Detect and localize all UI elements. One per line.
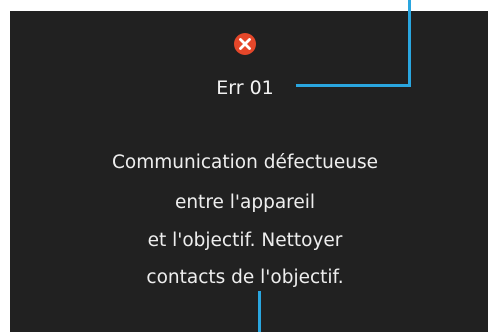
callout-line-horizontal-error-code (296, 84, 411, 87)
callout-line-vertical-message (258, 291, 261, 332)
error-x-icon (234, 33, 256, 55)
error-message-line-4: contacts de l'objectif. (146, 267, 344, 288)
callout-line-vertical-top (408, 0, 411, 87)
error-message-line-1: Communication défectueuse (112, 152, 378, 173)
error-message-line-3: et l'objectif. Nettoyer (147, 230, 343, 251)
error-code: Err 01 (216, 77, 274, 99)
error-message-line-2: entre l'appareil (174, 192, 316, 213)
